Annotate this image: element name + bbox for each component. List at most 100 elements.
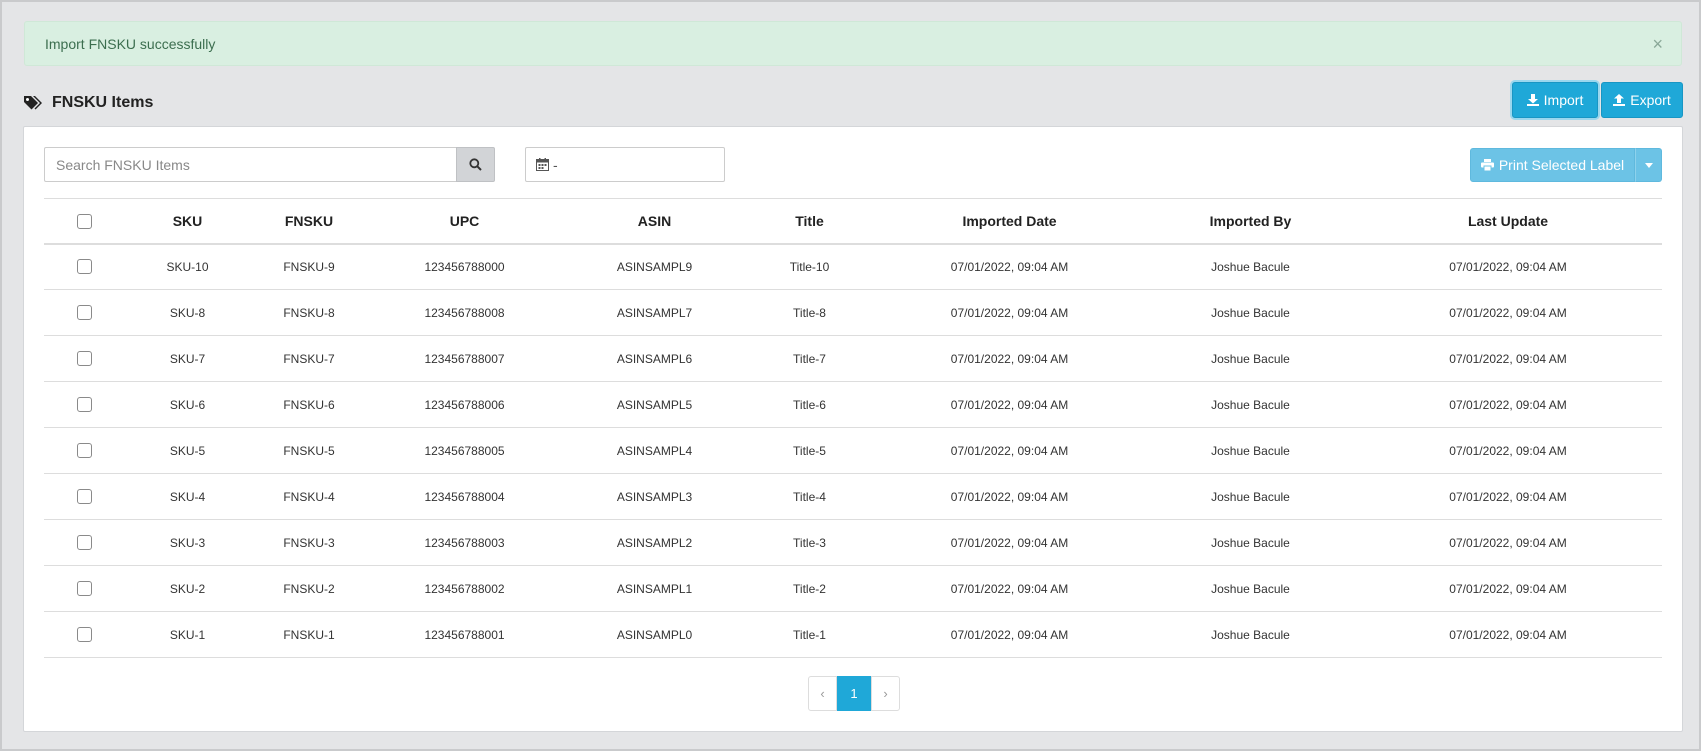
print-selected-label-button[interactable]: Print Selected Label	[1470, 148, 1635, 182]
cell-last-update: 07/01/2022, 09:04 AM	[1449, 259, 1567, 274]
row-select-cell	[44, 382, 124, 428]
app-frame: Import FNSKU successfully × FNSKU Items …	[0, 0, 1701, 751]
print-dropdown-toggle[interactable]	[1635, 148, 1662, 182]
row-select-cell	[44, 428, 124, 474]
cell-imported-by: Joshue Bacule	[1211, 627, 1290, 642]
table-row[interactable]: SKU-7 FNSKU-7 123456788007 ASINSAMPL6 Title-…	[44, 336, 1662, 382]
cell-last-update: 07/01/2022, 09:04 AM	[1449, 305, 1567, 320]
row-select-cell	[44, 290, 124, 336]
fnsku-table: SKU FNSKU UPC ASIN Title Imported Date I…	[44, 198, 1662, 658]
cell-sku: SKU-8	[169, 305, 206, 320]
import-label: Import	[1543, 92, 1584, 108]
cell-imported-date: 07/01/2022, 09:04 AM	[950, 351, 1069, 366]
cell-upc: 123456788005	[424, 443, 505, 458]
table-row[interactable]: SKU-5 FNSKU-5 123456788005 ASINSAMPL4 Title-…	[44, 428, 1662, 474]
table-row[interactable]: SKU-1 FNSKU-1 123456788001 ASINSAMPL0 Title-…	[44, 612, 1662, 658]
cell-asin: ASINSAMPL4	[616, 443, 693, 458]
cell-upc: 123456788007	[424, 351, 505, 366]
row-checkbox[interactable]	[76, 259, 92, 275]
alert-close-icon[interactable]: ×	[1652, 35, 1663, 53]
cell-title: Title-1	[793, 627, 826, 642]
cell-title: Title-7	[793, 351, 826, 366]
cell-last-update: 07/01/2022, 09:04 AM	[1449, 489, 1567, 504]
cell-title: Title-10	[789, 259, 830, 274]
row-checkbox[interactable]	[76, 489, 92, 505]
date-range-value: -	[553, 156, 558, 173]
row-checkbox[interactable]	[76, 443, 92, 459]
cell-asin: ASINSAMPL3	[616, 489, 693, 504]
col-fnsku[interactable]: FNSKU	[251, 199, 367, 244]
cell-asin: ASINSAMPL5	[616, 397, 693, 412]
row-checkbox[interactable]	[76, 351, 92, 367]
cell-upc: 123456788003	[424, 535, 505, 550]
cell-sku: SKU-3	[169, 535, 206, 550]
export-button[interactable]: Export	[1601, 82, 1683, 118]
cell-imported-by: Joshue Bacule	[1211, 535, 1290, 550]
row-checkbox[interactable]	[76, 535, 92, 551]
cell-imported-by: Joshue Bacule	[1211, 351, 1290, 366]
row-checkbox[interactable]	[76, 627, 92, 643]
cell-upc: 123456788004	[424, 489, 505, 504]
download-icon	[1526, 94, 1539, 106]
cell-upc: 123456788002	[424, 581, 505, 596]
col-asin[interactable]: ASIN	[562, 199, 747, 244]
table-row[interactable]: SKU-2 FNSKU-2 123456788002 ASINSAMPL1 Title-…	[44, 566, 1662, 612]
alert-message: Import FNSKU successfully	[45, 35, 216, 52]
cell-imported-by: Joshue Bacule	[1211, 443, 1290, 458]
pagination-page-1[interactable]: 1	[837, 676, 871, 711]
date-range-field[interactable]: -	[525, 147, 725, 182]
cell-last-update: 07/01/2022, 09:04 AM	[1449, 581, 1567, 596]
print-button-group: Print Selected Label	[1470, 148, 1662, 182]
table-row[interactable]: SKU-10 FNSKU-9 123456788000 ASINSAMPL9 Title…	[44, 244, 1662, 290]
cell-fnsku: FNSKU-3	[283, 535, 335, 550]
cell-title: Title-5	[793, 443, 826, 458]
row-checkbox[interactable]	[76, 305, 92, 321]
row-select-cell	[44, 336, 124, 382]
row-checkbox[interactable]	[76, 581, 92, 597]
cell-imported-by: Joshue Bacule	[1211, 259, 1290, 274]
cell-last-update: 07/01/2022, 09:04 AM	[1449, 351, 1567, 366]
col-sku[interactable]: SKU	[124, 199, 251, 244]
table-row[interactable]: SKU-6 FNSKU-6 123456788006 ASINSAMPL5 Title-…	[44, 382, 1662, 428]
col-imported-date[interactable]: Imported Date	[872, 199, 1147, 244]
cell-imported-date: 07/01/2022, 09:04 AM	[950, 489, 1069, 504]
select-all-checkbox[interactable]	[76, 214, 92, 230]
col-imported-by[interactable]: Imported By	[1147, 199, 1354, 244]
cell-title: Title-4	[793, 489, 826, 504]
table-row[interactable]: SKU-3 FNSKU-3 123456788003 ASINSAMPL2 Title-…	[44, 520, 1662, 566]
page-title: FNSKU Items	[52, 94, 154, 111]
table-body: SKU-10 FNSKU-9 123456788000 ASINSAMPL9 Title…	[44, 244, 1662, 658]
col-last-update[interactable]: Last Update	[1354, 199, 1662, 244]
cell-last-update: 07/01/2022, 09:04 AM	[1449, 627, 1567, 642]
import-button[interactable]: Import	[1512, 82, 1598, 118]
cell-title: Title-8	[793, 305, 826, 320]
row-select-cell	[44, 566, 124, 612]
cell-imported-date: 07/01/2022, 09:04 AM	[950, 535, 1069, 550]
cell-sku: SKU-5	[169, 443, 206, 458]
cell-imported-date: 07/01/2022, 09:04 AM	[950, 443, 1069, 458]
table-row[interactable]: SKU-8 FNSKU-8 123456788008 ASINSAMPL7 Title-…	[44, 290, 1662, 336]
row-select-cell	[44, 520, 124, 566]
cell-asin: ASINSAMPL1	[616, 581, 693, 596]
cell-asin: ASINSAMPL7	[616, 305, 693, 320]
cell-title: Title-3	[793, 535, 826, 550]
cell-sku: SKU-10	[166, 259, 209, 274]
export-label: Export	[1630, 92, 1671, 108]
row-checkbox[interactable]	[76, 397, 92, 413]
search-icon	[469, 158, 482, 171]
cell-asin: ASINSAMPL6	[616, 351, 693, 366]
search-button[interactable]	[456, 147, 495, 182]
search-group	[44, 147, 495, 182]
cell-fnsku: FNSKU-6	[283, 397, 335, 412]
cell-upc: 123456788006	[424, 397, 505, 412]
pagination: ‹ 1 ›	[808, 676, 900, 711]
pagination-next[interactable]: ›	[871, 676, 900, 711]
pagination-prev[interactable]: ‹	[808, 676, 837, 711]
upload-icon	[1613, 94, 1626, 106]
search-input[interactable]	[44, 147, 456, 182]
cell-fnsku: FNSKU-8	[283, 305, 335, 320]
col-upc[interactable]: UPC	[367, 199, 562, 244]
col-title[interactable]: Title	[747, 199, 872, 244]
table-row[interactable]: SKU-4 FNSKU-4 123456788004 ASINSAMPL3 Title-…	[44, 474, 1662, 520]
select-all-cell	[44, 199, 124, 244]
